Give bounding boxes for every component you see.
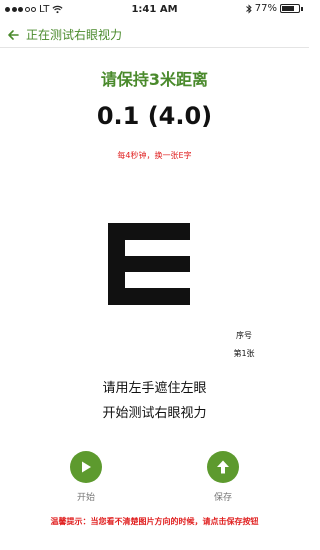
sequence-value: 第1张 (233, 349, 255, 358)
battery-icon (280, 4, 300, 13)
page-title: 正在测试右眼视力 (26, 28, 123, 42)
warm-tip: 温馨提示：当您看不清楚图片方向的时候，请点击保存按钮 (50, 517, 259, 526)
status-bar: LT 1:41 AM 77% (0, 0, 309, 20)
start-label: 开始 (76, 493, 95, 503)
play-icon (82, 461, 91, 473)
battery-percent: 77% (254, 3, 277, 14)
save-button[interactable] (207, 451, 239, 483)
interval-note: 每4秒钟，换一张E字 (117, 151, 192, 160)
cover-eye-prompt: 请用左手遮住左眼 (102, 381, 207, 396)
arrow-up-icon (217, 460, 229, 474)
start-test-prompt: 开始测试右眼视力 (102, 406, 207, 421)
save-label: 保存 (213, 493, 232, 503)
tumbling-e-optotype (108, 223, 190, 305)
back-button[interactable] (0, 22, 26, 48)
acuity-value: 0.1 (4.0) (96, 102, 213, 130)
back-arrow-icon (8, 29, 19, 40)
distance-instruction: 请保持3米距离 (100, 70, 209, 89)
bluetooth-icon (245, 3, 252, 14)
start-button[interactable] (70, 451, 102, 483)
nav-header: 正在测试右眼视力 (0, 22, 309, 48)
status-right: 77% (245, 3, 303, 14)
sequence-label: 序号 (236, 331, 252, 340)
